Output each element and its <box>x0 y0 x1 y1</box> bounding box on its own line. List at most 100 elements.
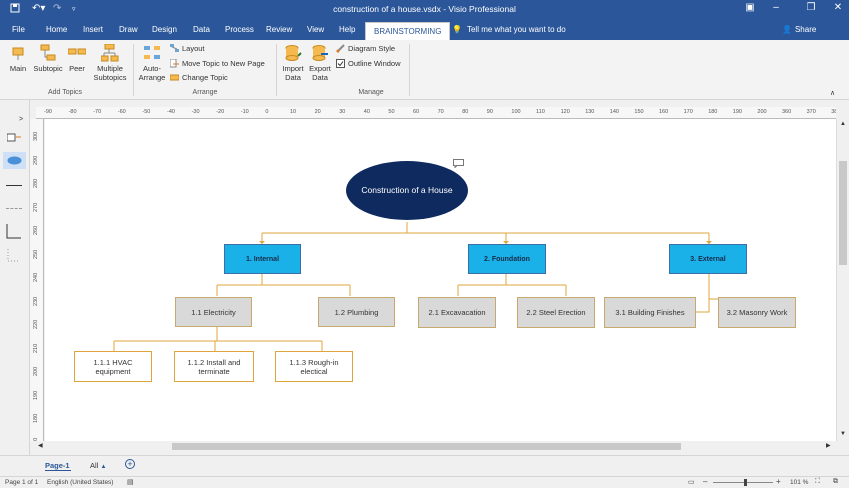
ruler-tick-label: 240 <box>33 272 39 282</box>
ribbon-tabs: File Home Insert Draw Design Data Proces… <box>0 20 849 40</box>
tab-data[interactable]: Data <box>193 25 210 34</box>
zoom-slider-thumb[interactable] <box>744 479 747 486</box>
tab-file[interactable]: File <box>12 25 25 34</box>
multiple-subtopics-button[interactable]: Multiple Subtopics <box>92 44 128 82</box>
scroll-left-icon[interactable]: ◀ <box>38 442 43 449</box>
tab-view[interactable]: View <box>307 25 324 34</box>
presentation-mode-icon[interactable]: ▭ <box>688 478 695 486</box>
subtopic-button[interactable]: Subtopic <box>32 44 64 73</box>
shapes-icon[interactable] <box>7 133 23 143</box>
person-icon: 👤 <box>782 25 792 34</box>
auto-arrange-button[interactable]: Auto- Arrange <box>137 44 167 82</box>
tab-process[interactable]: Process <box>225 25 254 34</box>
tab-insert[interactable]: Insert <box>83 25 103 34</box>
topic-electricity[interactable]: 1.1 Electricity <box>175 297 252 327</box>
minimize-button[interactable]: – <box>764 2 788 13</box>
topic-external[interactable]: 3. External <box>669 244 747 274</box>
move-topic-icon <box>170 59 179 68</box>
fit-page-icon[interactable]: ⛶ <box>815 478 820 486</box>
tell-me-search[interactable]: 💡 Tell me what you want to do <box>452 25 566 34</box>
topic-masonry-work-label: 3.2 Masonry Work <box>726 308 788 317</box>
close-button[interactable]: ✕ <box>826 2 849 13</box>
topic-internal[interactable]: 1. Internal <box>224 244 301 274</box>
import-data-icon <box>284 44 302 62</box>
dotted-connector-icon[interactable] <box>6 249 22 263</box>
drawing-canvas[interactable]: Construction of a House 1. Internal 2. F… <box>45 119 836 441</box>
topic-foundation[interactable]: 2. Foundation <box>468 244 546 274</box>
comment-icon[interactable] <box>453 159 464 168</box>
topic-plumbing[interactable]: 1.2 Plumbing <box>318 297 395 327</box>
topic-excavacation[interactable]: 2.1 Excavacation <box>418 297 496 328</box>
tab-draw[interactable]: Draw <box>119 25 138 34</box>
topic-install-terminate[interactable]: 1.1.2 Install and terminate <box>174 351 254 382</box>
expand-panel-icon[interactable]: > <box>19 116 23 123</box>
move-topic-button[interactable]: Move Topic to New Page <box>170 59 265 68</box>
scroll-up-icon[interactable]: ▲ <box>840 121 846 127</box>
diagram-style-button[interactable]: Diagram Style <box>336 44 395 53</box>
import-data-button[interactable]: Import Data <box>280 44 306 82</box>
topic-external-label: 3. External <box>690 255 726 263</box>
ribbon-display-options-icon[interactable]: ▣ <box>738 2 762 13</box>
tab-review[interactable]: Review <box>266 25 292 34</box>
topic-masonry-work[interactable]: 3.2 Masonry Work <box>718 297 796 328</box>
add-topics-group-label: Add Topics <box>47 89 83 96</box>
selected-shape-tile[interactable] <box>3 152 26 169</box>
restore-button[interactable]: ❐ <box>799 2 823 13</box>
tab-brainstorming[interactable]: BRAINSTORMING <box>365 22 451 40</box>
layout-button[interactable]: Layout <box>170 44 205 53</box>
horizontal-scroll-thumb[interactable] <box>172 443 681 450</box>
all-pages-dropdown[interactable]: All ▲ <box>90 461 106 470</box>
main-topic-button[interactable]: Main <box>7 44 29 73</box>
ruler-tick-label: 70 <box>437 109 444 115</box>
export-data-button[interactable]: Export Data <box>307 44 333 82</box>
lightbulb-icon: 💡 <box>452 25 462 34</box>
diagram-style-icon <box>336 44 345 53</box>
ribbon-separator <box>133 44 134 96</box>
topic-building-finishes[interactable]: 3.1 Building Finishes <box>604 297 696 328</box>
tab-home[interactable]: Home <box>46 25 67 34</box>
ruler-tick-label: -10 <box>240 109 249 115</box>
zoom-out-icon[interactable]: – <box>703 477 707 486</box>
layout-icon <box>170 44 179 52</box>
vertical-scrollbar[interactable]: ▲ ▼ <box>836 119 849 441</box>
topic-steel-erection-label: 2.2 Steel Erection <box>526 308 586 317</box>
zoom-level[interactable]: 101 % <box>790 479 808 486</box>
outline-window-checkbox[interactable]: Outline Window <box>336 59 401 68</box>
zoom-in-icon[interactable]: + <box>776 477 781 486</box>
add-page-icon[interactable]: + <box>125 459 135 469</box>
connector-shape-icon[interactable] <box>6 224 22 240</box>
ruler-tick-label: 150 <box>634 109 644 115</box>
line-shape-icon[interactable] <box>6 185 22 186</box>
ruler-tick-label: 160 <box>659 109 669 115</box>
horizontal-scrollbar[interactable]: ◀ ▶ <box>36 441 836 452</box>
ruler-tick-label: 180 <box>33 413 39 423</box>
macro-record-icon[interactable]: ▤ <box>127 478 134 486</box>
topic-install-terminate-label: 1.1.2 Install and terminate <box>187 357 241 376</box>
topic-rough-in[interactable]: 1.1.3 Rough-in electical <box>275 351 353 382</box>
ruler-tick-label: 80 <box>462 109 469 115</box>
page-tab-page-1[interactable]: Page-1 <box>45 461 70 470</box>
topic-steel-erection[interactable]: 2.2 Steel Erection <box>517 297 595 328</box>
tab-help[interactable]: Help <box>339 25 355 34</box>
scroll-down-icon[interactable]: ▼ <box>840 431 846 437</box>
share-button[interactable]: 👤 Share <box>782 25 816 34</box>
peer-button[interactable]: Peer <box>67 44 87 73</box>
collapse-ribbon-icon[interactable]: ∧ <box>830 89 835 97</box>
change-topic-button[interactable]: Change Topic <box>170 73 228 82</box>
zoom-slider[interactable] <box>713 482 773 483</box>
topic-hvac[interactable]: 1.1.1 HVAC equipment <box>74 351 152 382</box>
scroll-right-icon[interactable]: ▶ <box>826 442 831 449</box>
ruler-tick-label: 120 <box>560 109 570 115</box>
ruler-tick-label: 60 <box>413 109 420 115</box>
ruler-tick-label: 230 <box>33 296 39 306</box>
ruler-tick-label: 10 <box>290 109 297 115</box>
root-topic[interactable]: Construction of a House <box>346 161 468 220</box>
vertical-scroll-thumb[interactable] <box>839 161 847 265</box>
tab-design[interactable]: Design <box>152 25 177 34</box>
dashed-shape-icon[interactable] <box>6 208 22 209</box>
switch-windows-icon[interactable]: ⧉ <box>833 478 838 486</box>
ruler-tick-label: -60 <box>117 109 126 115</box>
page-status: Page 1 of 1 <box>5 479 39 486</box>
ruler-tick-label: 190 <box>732 109 742 115</box>
ruler-tick-label: 360 <box>782 109 792 115</box>
